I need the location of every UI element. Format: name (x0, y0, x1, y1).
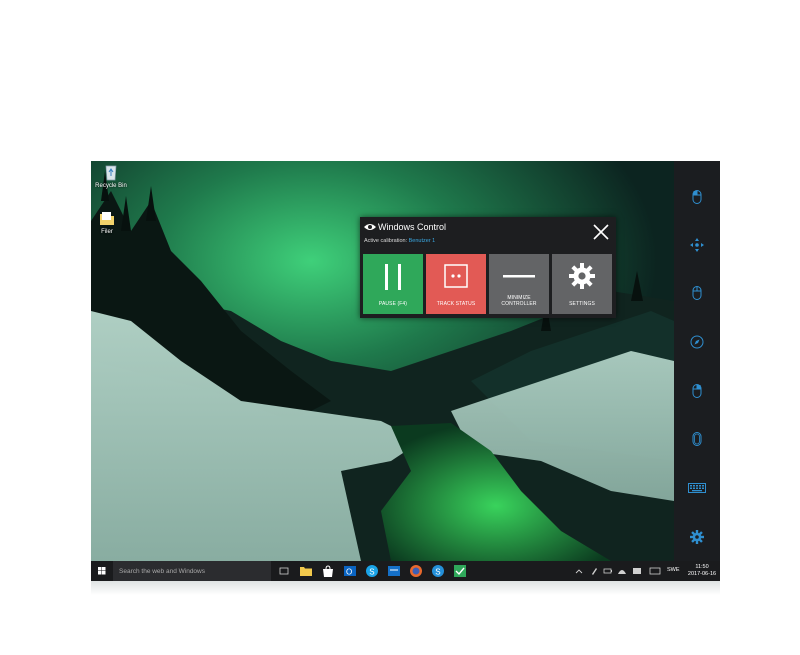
sidebar-right-click[interactable] (682, 376, 712, 406)
clock-time: 11:50 (695, 564, 709, 570)
sidebar-settings[interactable] (682, 522, 712, 552)
sidebar-move[interactable] (682, 230, 712, 260)
pause-icon (385, 264, 401, 290)
close-icon[interactable] (592, 223, 610, 241)
compass-icon (690, 335, 704, 349)
svg-text:S: S (435, 567, 440, 576)
sidebar-left-click[interactable] (682, 278, 712, 308)
minimize-label-line2: CONTROLLER (501, 301, 537, 307)
notifications-icon[interactable] (631, 561, 643, 581)
language-indicator[interactable]: SWE (667, 567, 680, 573)
mouse-right-icon (692, 384, 702, 398)
mouse-click-icon (692, 190, 702, 204)
svg-text:S: S (369, 567, 374, 576)
svg-text:O: O (346, 568, 352, 577)
battery-icon[interactable] (602, 561, 614, 581)
keyboard-tray-icon[interactable] (648, 561, 662, 581)
file-explorer-icon[interactable] (299, 564, 313, 578)
track-status-button[interactable]: TRACK STATUS (426, 254, 486, 314)
minimize-icon (503, 275, 535, 278)
calibration-label: Active calibration: (364, 238, 408, 244)
mail-app-icon[interactable] (387, 564, 401, 578)
desktop-icon-label: Recycle Bin (95, 183, 127, 189)
outlook-icon[interactable]: O (343, 564, 357, 578)
clock-date: 2017-06-16 (687, 571, 717, 577)
mouse-double-click-icon (692, 432, 702, 446)
calibration-profile-link[interactable]: Benutzer 1 (409, 238, 436, 244)
system-clock[interactable]: 11:50 2017-06-16 (687, 564, 717, 578)
move-arrows-icon (690, 238, 704, 252)
skype-icon[interactable]: S (365, 564, 379, 578)
desktop-screen: Recycle Bin Filer Windows Control Active… (91, 161, 720, 581)
store-icon[interactable] (321, 564, 335, 578)
sidebar-compass[interactable] (682, 327, 712, 357)
windows-start-icon[interactable] (91, 561, 113, 581)
settings-button-label: SETTINGS (569, 301, 595, 307)
minimize-controller-label: MINIMIZE CONTROLLER (489, 295, 549, 307)
folder-icon (100, 212, 114, 225)
desktop-icon-label: Filer (101, 229, 113, 235)
eye-control-sidebar (674, 161, 720, 561)
keyboard-icon (688, 483, 706, 493)
sidebar-mouse-click[interactable] (682, 182, 712, 212)
task-view-icon[interactable] (277, 561, 291, 581)
panel-title: Windows Control (378, 222, 447, 232)
track-status-icon (444, 264, 468, 288)
gear-icon (569, 263, 595, 289)
eye-control-app-icon[interactable] (453, 564, 467, 578)
minimize-controller-button[interactable]: MINIMIZE CONTROLLER (489, 254, 549, 314)
desktop-icon-filer[interactable]: Filer (91, 211, 127, 235)
chevron-up-icon[interactable] (573, 561, 585, 581)
settings-button[interactable]: SETTINGS (552, 254, 612, 314)
mouse-left-icon (692, 286, 702, 300)
pen-icon[interactable] (588, 561, 600, 581)
pause-button[interactable]: PAUSE (F4) (363, 254, 423, 314)
recycle-bin-icon (105, 165, 117, 181)
active-calibration: Active calibration: Benutzer 1 (364, 238, 435, 244)
taskbar: O S S (91, 561, 720, 581)
track-status-button-label: TRACK STATUS (436, 301, 476, 307)
skype-business-icon[interactable]: S (431, 564, 445, 578)
sidebar-double-click[interactable] (682, 424, 712, 454)
wifi-icon[interactable] (616, 561, 628, 581)
eye-tracker-logo-icon (364, 224, 376, 230)
desktop-icon-recycle-bin[interactable]: Recycle Bin (91, 163, 131, 189)
pause-button-label: PAUSE (F4) (378, 301, 408, 307)
taskbar-search-input[interactable] (113, 561, 271, 581)
sidebar-keyboard[interactable] (682, 473, 712, 503)
firefox-icon[interactable] (409, 564, 423, 578)
screen-reflection (91, 581, 720, 595)
settings-gear-icon (690, 530, 704, 544)
windows-control-panel: Windows Control Active calibration: Benu… (360, 217, 616, 318)
